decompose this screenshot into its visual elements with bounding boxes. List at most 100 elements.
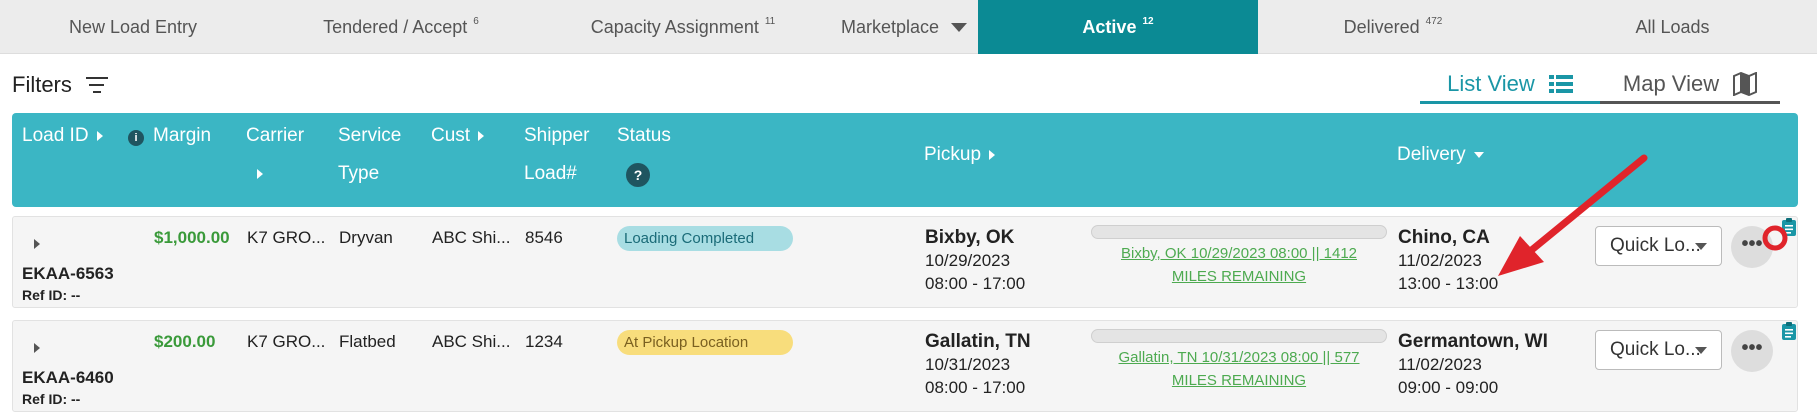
tab-count: 472 [1425,15,1443,27]
delivery-time: 09:00 - 09:00 [1398,378,1499,397]
delivery-date: 11/02/2023 [1398,355,1482,374]
col-status[interactable]: Status [617,117,671,155]
customer-name[interactable]: ABC Shi... [432,228,510,248]
filters-toggle[interactable]: Filters [12,72,108,98]
pickup-city: Bixby, OK [925,227,1015,248]
more-icon: ••• [1741,233,1763,255]
filter-lines-icon [85,77,108,93]
col-service-label-2: Type [338,163,380,184]
list-view-button[interactable]: List View [1420,66,1600,104]
tracking-link-line1: Gallatin, TN 10/31/2023 08:00 || 577 [1118,349,1360,366]
col-margin-label: Margin [153,125,212,146]
col-service-label-1: Service [338,125,402,146]
map-view-label: Map View [1622,70,1720,96]
status-badge-label: Loading Completed [617,226,793,251]
margin-info-icon[interactable]: i [128,117,144,155]
tab-count: 6 [473,15,479,27]
delivery-city: Germantown, WI [1398,331,1548,352]
info-icon: i [128,130,144,146]
chevron-down-icon [1695,243,1707,250]
tab-label: Capacity Assignment [590,16,759,37]
col-load-id[interactable]: Load ID [22,117,103,155]
pickup-date: 10/29/2023 [925,251,1011,270]
status-badge: At Pickup Location [617,330,793,355]
table-row[interactable]: EKAA-6563 Ref ID: -- $1,000.00 K7 GRO...… [12,216,1798,308]
tab-marketplace[interactable]: Marketplace [830,0,978,54]
tab-bar: New Load Entry Tendered / Accept 6 Capac… [0,0,1817,54]
carrier-name[interactable]: K7 GRO... [247,332,325,352]
ref-id: Ref ID: -- [22,391,81,407]
sort-arrow-icon [257,168,263,179]
sort-arrow-icon [989,149,996,160]
sort-arrow-icon [96,130,103,141]
pickup-city: Gallatin, TN [925,331,1031,352]
col-shipper-label-1: Shipper [524,125,590,146]
caret-right-icon [34,239,40,249]
tab-label: Marketplace [840,16,940,37]
status-badge-label: At Pickup Location [617,330,793,355]
carrier-name[interactable]: K7 GRO... [247,228,325,248]
tab-all-loads[interactable]: All Loads [1528,0,1817,54]
quick-action-select[interactable]: Quick Lo... [1595,330,1722,370]
tab-delivered[interactable]: Delivered 472 [1258,0,1528,54]
tracking-link[interactable]: Bixby, OK 10/29/2023 08:00 || 1412 MILES… [1091,242,1387,288]
map-view-button[interactable]: Map View [1600,66,1780,104]
col-delivery-label: Delivery [1397,144,1466,165]
trip-progress-bar [1091,329,1387,343]
tab-label: Active [1082,16,1137,37]
col-carrier-sort[interactable] [257,155,263,193]
tab-label: New Load Entry [68,16,198,37]
service-type: Flatbed [339,332,396,351]
tab-label: Tendered / Accept [323,16,468,37]
clipboard-icon[interactable] [1780,321,1798,341]
filters-label: Filters [12,72,72,97]
more-actions-button[interactable]: ••• [1731,226,1773,268]
ref-id: Ref ID: -- [22,287,81,303]
col-pickup[interactable]: Pickup [924,136,996,174]
margin-value: $200.00 [154,332,216,351]
quick-action-label: Quick Lo... [1610,235,1701,256]
table-row[interactable]: EKAA-6460 Ref ID: -- $200.00 K7 GRO... F… [12,320,1798,412]
status-help-icon[interactable]: ? [626,163,650,187]
tracking-link[interactable]: Gallatin, TN 10/31/2023 08:00 || 577 MIL… [1091,346,1387,392]
tab-new-load-entry[interactable]: New Load Entry [0,0,266,54]
load-id[interactable]: EKAA-6563 [22,264,114,284]
col-cust[interactable]: Cust [431,117,485,155]
col-carrier-label: Carrier [246,125,305,146]
expand-row-button[interactable] [34,343,40,353]
sort-desc-icon [1473,151,1484,158]
col-carrier[interactable]: Carrier [246,117,304,155]
col-load-id-label: Load ID [22,125,89,146]
more-actions-button[interactable]: ••• [1731,330,1773,372]
tab-tendered-accept[interactable]: Tendered / Accept 6 [266,0,536,54]
col-pickup-label: Pickup [924,144,982,165]
tracking-link-line2: MILES REMAINING [1171,372,1307,389]
quick-action-select[interactable]: Quick Lo... [1595,226,1722,266]
col-shipper-label-2: Load# [524,163,577,184]
col-cust-label: Cust [431,125,471,146]
col-margin[interactable]: Margin [153,117,211,155]
col-shipper-load[interactable]: Shipper Load# [524,117,590,193]
table-header: Load ID i Margin Carrier Service Type Cu… [12,113,1798,207]
clipboard-icon[interactable] [1780,217,1798,237]
quick-action-label: Quick Lo... [1610,339,1701,360]
delivery-time: 13:00 - 13:00 [1398,274,1499,293]
service-type: Dryvan [339,228,393,247]
delivery-city: Chino, CA [1398,227,1490,248]
customer-name[interactable]: ABC Shi... [432,332,510,352]
pickup-time: 08:00 - 17:00 [925,274,1026,293]
caret-right-icon [34,343,40,353]
expand-row-button[interactable] [34,239,40,249]
help-icon: ? [626,163,650,187]
load-id[interactable]: EKAA-6460 [22,368,114,388]
tab-count: 11 [764,15,776,27]
col-service-type[interactable]: Service Type [338,117,401,193]
tab-capacity-assignment[interactable]: Capacity Assignment 11 [536,0,830,54]
tab-label: All Loads [1635,16,1710,37]
tracking-link-line1: Bixby, OK 10/29/2023 08:00 || 1412 [1120,245,1357,262]
tab-active[interactable]: Active 12 [978,0,1258,54]
more-icon: ••• [1741,337,1763,359]
tracking-link-line2: MILES REMAINING [1171,268,1307,285]
col-delivery[interactable]: Delivery [1397,136,1484,174]
margin-value: $1,000.00 [154,228,230,247]
